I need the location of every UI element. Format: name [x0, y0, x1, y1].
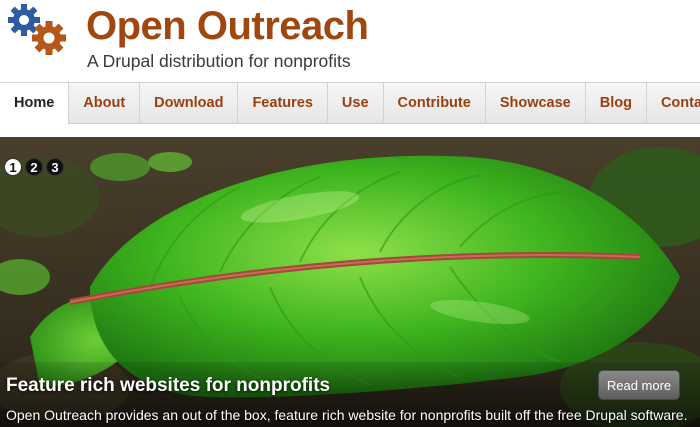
- site-slogan: A Drupal distribution for nonprofits: [87, 51, 351, 71]
- read-more-button[interactable]: Read more: [598, 370, 680, 400]
- nav-item-contact[interactable]: Contact: [647, 83, 700, 124]
- main-nav: Home About Download Features Use Contrib…: [0, 82, 700, 125]
- pager-item-2[interactable]: 2: [25, 158, 43, 176]
- slide-title: Feature rich websites for nonprofits: [6, 375, 331, 396]
- nav-item-about[interactable]: About: [69, 83, 141, 124]
- pager-item-3[interactable]: 3: [46, 158, 64, 176]
- pager-item-1[interactable]: 1: [4, 158, 22, 176]
- nav-item-home[interactable]: Home: [0, 83, 70, 125]
- slideshow: 1 2 3 Feature rich websites for nonprofi…: [0, 137, 700, 427]
- site-name[interactable]: Open Outreach: [86, 0, 369, 52]
- slideshow-pager: 1 2 3: [4, 158, 64, 176]
- nav-item-contribute[interactable]: Contribute: [384, 83, 486, 124]
- nav-item-download[interactable]: Download: [140, 83, 239, 124]
- nav-item-showcase[interactable]: Showcase: [486, 83, 586, 124]
- gears-logo-icon[interactable]: [4, 2, 70, 58]
- nav-item-use[interactable]: Use: [328, 83, 384, 124]
- site-header: Open Outreach A Drupal distribution for …: [0, 0, 700, 82]
- nav-item-blog[interactable]: Blog: [586, 83, 647, 124]
- slide-description: Open Outreach provides an out of the box…: [6, 407, 688, 423]
- nav-item-features[interactable]: Features: [238, 83, 328, 124]
